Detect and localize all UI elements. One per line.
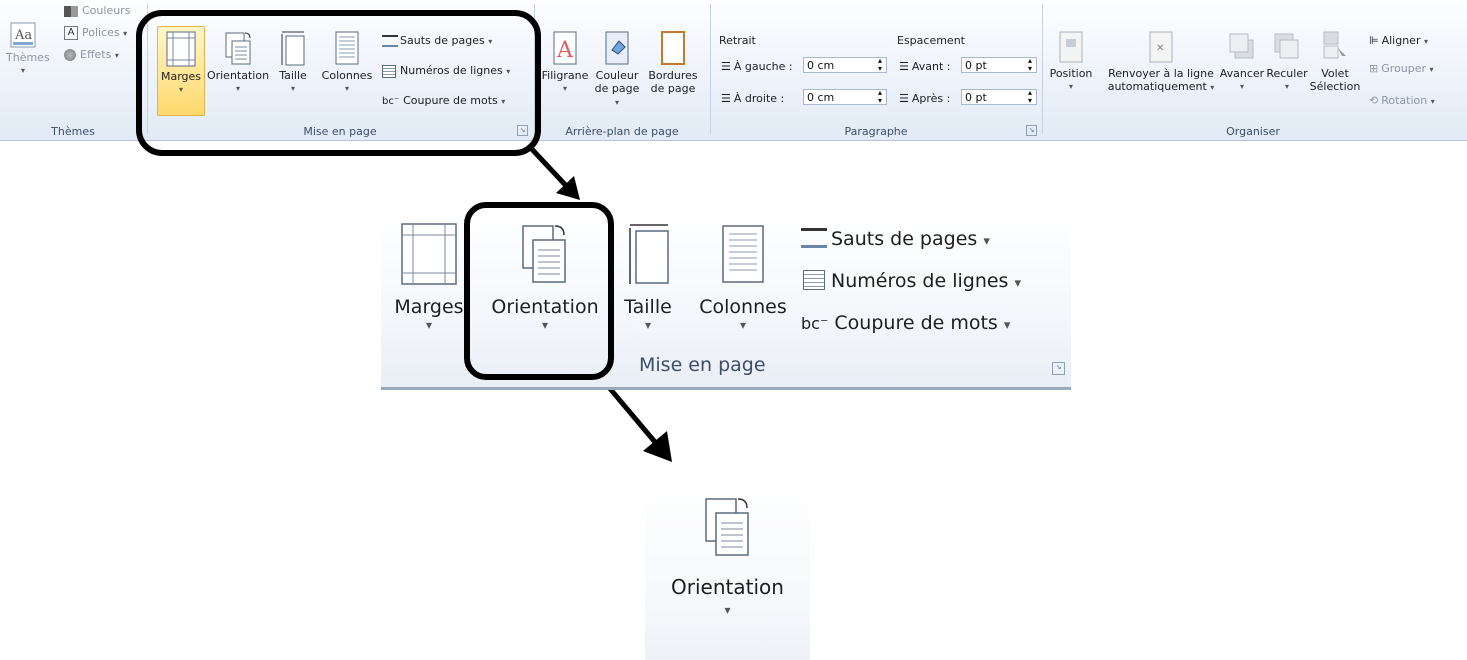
zoom-sauts-button[interactable]: Sauts de pages ▾ — [801, 228, 990, 250]
zoom-group-label: Mise en page — [639, 354, 766, 376]
zoom-colonnes-label: Colonnes — [699, 296, 787, 318]
zoom-taille-label: Taille — [624, 296, 672, 318]
zoom-numeros-button[interactable]: Numéros de lignes ▾ — [803, 270, 1021, 292]
zoom-coupure-label: Coupure de mots — [834, 312, 998, 334]
chevron-down-icon: ▾ — [425, 318, 433, 332]
zoom-colonnes-button[interactable]: Colonnes ▾ — [691, 212, 795, 332]
chevron-down-icon: ▾ — [739, 318, 747, 332]
zoom2-orientation-label: Orientation — [671, 575, 784, 599]
hyphenation-icon: bc⁻ — [801, 314, 829, 333]
zoom-marges-button[interactable]: Marges ▾ — [389, 212, 469, 332]
zoom2-orientation-button[interactable]: Orientation ▾ — [645, 475, 810, 617]
line-numbers-icon — [803, 270, 825, 290]
chevron-down-icon: ▾ — [644, 318, 652, 332]
zoom-marges-label: Marges — [394, 296, 464, 318]
chevron-down-icon: ▾ — [724, 603, 731, 617]
callout-orientation — [464, 202, 614, 380]
zoom-coupure-button[interactable]: bc⁻ Coupure de mots ▾ — [801, 312, 1010, 334]
zoom-orientation: Orientation ▾ — [645, 475, 810, 660]
margins-icon — [401, 223, 457, 285]
zoom-numeros-label: Numéros de lignes — [831, 270, 1009, 292]
zoom-sauts-label: Sauts de pages — [831, 228, 978, 250]
zoom-taille-button[interactable]: Taille ▾ — [613, 212, 683, 332]
page-break-icon — [801, 228, 827, 248]
size-icon — [629, 224, 669, 284]
columns-icon — [722, 225, 764, 283]
orientation-icon — [704, 498, 749, 556]
dialog-launcher-icon[interactable]: ↘ — [1052, 362, 1065, 375]
